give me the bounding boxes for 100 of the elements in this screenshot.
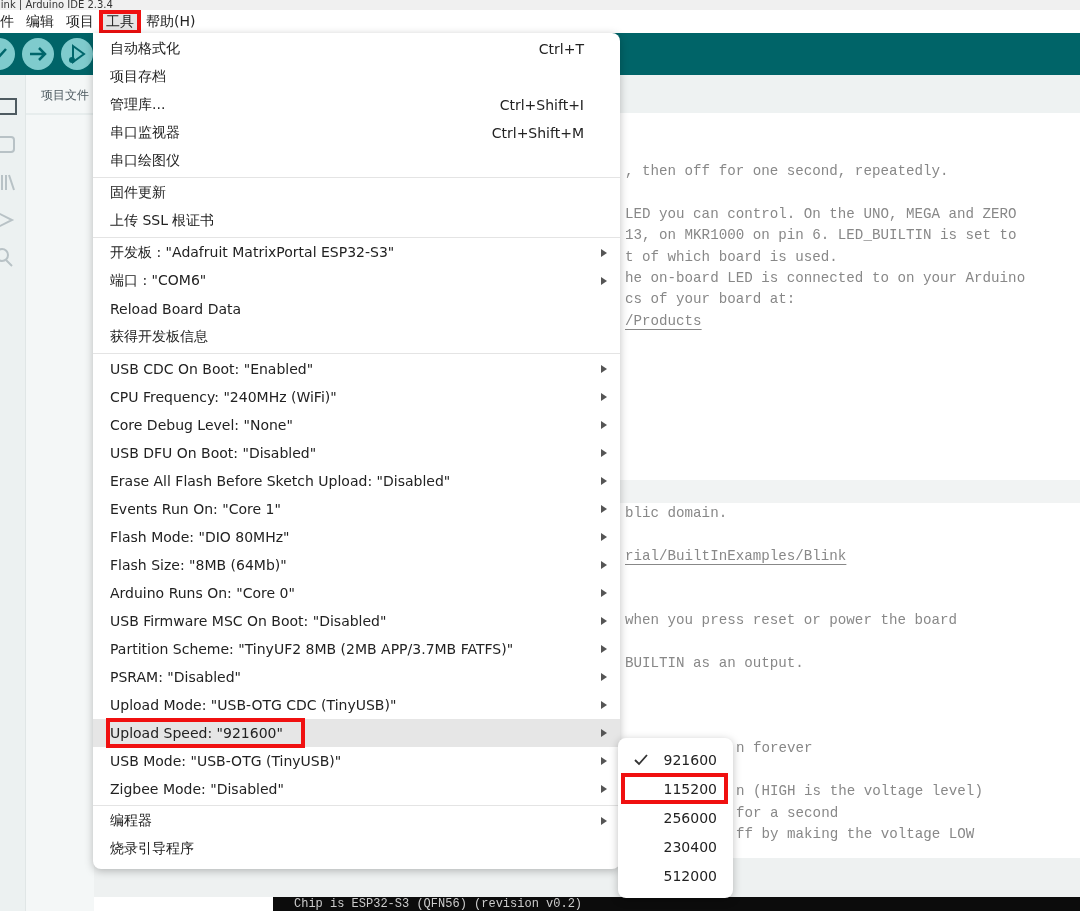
menu-item[interactable]: CPU Frequency: "240MHz (WiFi)" bbox=[93, 383, 620, 411]
menu-item[interactable]: 230400 bbox=[622, 832, 727, 862]
menu-label: Arduino Runs On: "Core 0" bbox=[110, 585, 296, 601]
menu-item[interactable]: Events Run On: "Core 1" bbox=[93, 495, 620, 523]
menu-label: 自动格式化 bbox=[110, 40, 181, 58]
menu-item[interactable]: 编程器 bbox=[93, 807, 620, 835]
menu-item[interactable]: 件 bbox=[0, 12, 19, 32]
menu-label: 获得开发板信息 bbox=[110, 328, 209, 346]
debug-button[interactable] bbox=[61, 38, 93, 70]
menu-label: 开发板 : "Adafruit MatrixPortal ESP32-S3" bbox=[110, 244, 396, 262]
menu-label: USB Firmware MSC On Boot: "Disabled" bbox=[110, 613, 388, 629]
menu-label: Partition Scheme: "TinyUF2 8MB (2MB APP/3.7MB FATFS)" bbox=[110, 641, 515, 657]
submenu-arrow-icon bbox=[600, 756, 608, 766]
menu-item[interactable]: 帮助(H) bbox=[141, 12, 201, 32]
menu-label: 项目存档 bbox=[110, 68, 167, 86]
menu-item[interactable]: Reload Board Data bbox=[93, 295, 620, 323]
menu-item[interactable]: Zigbee Mode: "Disabled" bbox=[93, 775, 620, 803]
menu-label: USB CDC On Boot: "Enabled" bbox=[110, 361, 315, 377]
menu-label: 编程器 bbox=[110, 812, 153, 830]
code-line: he on-board LED is connected to on your Arduino bbox=[625, 268, 1027, 288]
code-line: n forever bbox=[736, 739, 814, 759]
menu-item[interactable]: Core Debug Level: "None" bbox=[93, 411, 620, 439]
menu-item[interactable]: 管理库... Ctrl+Shift+I bbox=[93, 91, 620, 119]
menu-item[interactable]: 开发板 : "Adafruit MatrixPortal ESP32-S3" bbox=[93, 239, 620, 267]
submenu-arrow-icon bbox=[600, 248, 608, 258]
menu-item[interactable]: 端口 : "COM6" bbox=[93, 267, 620, 295]
code-line: t of which board is used. bbox=[625, 247, 839, 267]
menu-item[interactable]: 项目 bbox=[61, 12, 99, 32]
menu-label: CPU Frequency: "240MHz (WiFi)" bbox=[110, 389, 338, 405]
menu-label: USB DFU On Boot: "Disabled" bbox=[110, 445, 318, 461]
submenu-arrow-icon bbox=[600, 728, 608, 738]
menu-item[interactable]: 烧录引导程序 bbox=[93, 835, 620, 863]
menu-item[interactable]: 获得开发板信息 bbox=[93, 323, 620, 351]
menu-item[interactable]: 串口监视器 Ctrl+Shift+M bbox=[93, 119, 620, 147]
menu-label: 上传 SSL 根证书 bbox=[110, 212, 216, 230]
code-line: blic domain. bbox=[625, 504, 729, 523]
menu-label: Core Debug Level: "None" bbox=[110, 417, 294, 433]
menu-item[interactable]: USB CDC On Boot: "Enabled" bbox=[93, 355, 620, 383]
menu-item[interactable]: Flash Size: "8MB (64Mb)" bbox=[93, 551, 620, 579]
code-line: cs of your board at: bbox=[625, 290, 797, 310]
submenu-arrow-icon bbox=[600, 672, 608, 682]
menu-item[interactable]: 115200 bbox=[622, 774, 727, 804]
submenu-arrow-icon bbox=[600, 784, 608, 794]
shortcut-text: Ctrl+T bbox=[538, 41, 584, 57]
code-line: for a second bbox=[736, 803, 840, 823]
menu-item[interactable]: Arduino Runs On: "Core 0" bbox=[93, 579, 620, 607]
menu-item[interactable]: 上传 SSL 根证书 bbox=[93, 207, 620, 235]
menu-item[interactable]: PSRAM: "Disabled" bbox=[93, 663, 620, 691]
submenu-arrow-icon bbox=[600, 700, 608, 710]
menu-label: PSRAM: "Disabled" bbox=[110, 669, 242, 685]
menu-label: Flash Size: "8MB (64Mb)" bbox=[110, 557, 288, 573]
code-link[interactable]: rial/BuiltInExamples/Blink bbox=[625, 545, 847, 568]
menu-label: 串口监视器 bbox=[110, 124, 181, 142]
menu-item[interactable]: Partition Scheme: "TinyUF2 8MB (2MB APP/3.7MB FATFS)" bbox=[93, 635, 620, 663]
code-line: 13, on MKR1000 on pin 6. LED_BUILTIN is set to bbox=[625, 226, 1018, 246]
submenu-arrow-icon bbox=[600, 560, 608, 570]
submenu-arrow-icon bbox=[600, 532, 608, 542]
menu-label: 烧录引导程序 bbox=[110, 840, 195, 858]
submenu-arrow-icon bbox=[600, 276, 608, 286]
menu-label: Reload Board Data bbox=[110, 301, 243, 317]
menu-item[interactable]: 固件更新 bbox=[93, 179, 620, 207]
submenu-arrow-icon bbox=[600, 448, 608, 458]
code-line: n (HIGH is the voltage level) bbox=[736, 782, 984, 802]
menu-label: Upload Speed: "921600" bbox=[110, 725, 283, 741]
menu-item[interactable]: 串口绘图仪 bbox=[93, 147, 620, 175]
upload-button[interactable] bbox=[22, 38, 54, 70]
menu-item[interactable]: 921600 bbox=[622, 745, 727, 775]
submenu-arrow-icon bbox=[600, 420, 608, 430]
menu-item[interactable]: USB Firmware MSC On Boot: "Disabled" bbox=[93, 607, 620, 635]
menu-item[interactable]: 256000 bbox=[622, 803, 727, 833]
menu-label: 端口 : "COM6" bbox=[110, 272, 208, 290]
code-link[interactable]: /Products bbox=[625, 310, 702, 333]
submenu-arrow-icon bbox=[600, 588, 608, 598]
menu-label: 管理库... bbox=[110, 96, 167, 114]
console-text: Chip is ESP32-S3 (QFN56) (revision v0.2) bbox=[294, 897, 583, 911]
menu-label: Zigbee Mode: "Disabled" bbox=[110, 781, 285, 797]
menu-item[interactable]: Erase All Flash Before Sketch Upload: "Disabled" bbox=[93, 467, 620, 495]
menu-label: 固件更新 bbox=[110, 184, 167, 202]
submenu-arrow-icon bbox=[600, 644, 608, 654]
menu-item[interactable]: 项目存档 bbox=[93, 63, 620, 91]
menu-item[interactable]: 编辑 bbox=[21, 12, 59, 32]
submenu-arrow-icon bbox=[600, 504, 608, 514]
code-line: when you press reset or power the board bbox=[625, 611, 959, 630]
menu-label: Flash Mode: "DIO 80MHz" bbox=[110, 529, 291, 545]
submenu-arrow-icon bbox=[600, 476, 608, 486]
menu-item[interactable]: Upload Mode: "USB-OTG CDC (TinyUSB)" bbox=[93, 691, 620, 719]
shortcut-text: Ctrl+Shift+I bbox=[499, 97, 584, 113]
code-line: LED you can control. On the UNO, MEGA and ZERO bbox=[625, 204, 1018, 224]
menu-item[interactable]: 512000 bbox=[622, 861, 727, 891]
menu-label: USB Mode: "USB-OTG (TinyUSB)" bbox=[110, 753, 343, 769]
folder-icon[interactable] bbox=[0, 95, 20, 117]
code-line: ff by making the voltage LOW bbox=[736, 824, 976, 844]
menu-item[interactable]: USB Mode: "USB-OTG (TinyUSB)" bbox=[93, 747, 620, 775]
menu-label: Erase All Flash Before Sketch Upload: "Disabled" bbox=[110, 473, 452, 489]
menu-item[interactable]: 工具 bbox=[101, 12, 139, 32]
menu-item[interactable]: USB DFU On Boot: "Disabled" bbox=[93, 439, 620, 467]
menu-label: 串口绘图仪 bbox=[110, 152, 181, 170]
menu-item[interactable]: Upload Speed: "921600" bbox=[93, 719, 620, 747]
menu-label: Events Run On: "Core 1" bbox=[110, 501, 282, 517]
menu-item[interactable]: Flash Mode: "DIO 80MHz" bbox=[93, 523, 620, 551]
